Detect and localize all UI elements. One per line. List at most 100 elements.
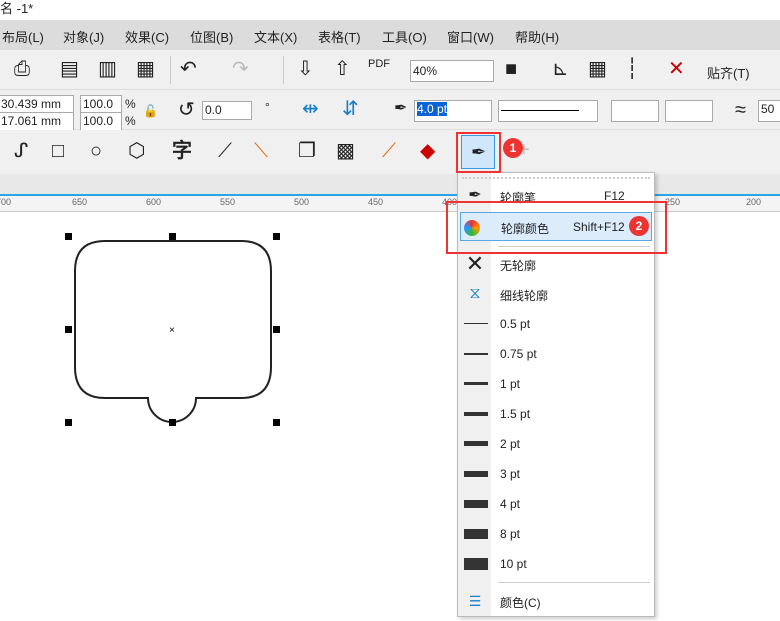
menu-item-width[interactable]: 0.5 pt [458,309,654,339]
selection-handle[interactable] [65,233,72,240]
full-screen-icon[interactable]: ■ [505,57,517,81]
mirror-vertical-icon[interactable]: ⇵ [342,97,359,121]
menu-item-width[interactable]: 3 pt [458,459,654,489]
menu-table[interactable]: 表格(T) [318,27,361,46]
copy-document-icon[interactable]: ▥ [98,57,117,81]
no-outline-icon: ✕ [465,251,485,276]
pdf-export-button[interactable]: PDF [368,58,390,70]
menu-layout[interactable]: 布局(L) [2,27,44,46]
menu-tools[interactable]: 工具(O) [382,27,427,46]
ruler-label: 650 [72,197,88,207]
menu-item-width[interactable]: 1 pt [458,369,654,399]
snap-to-dropdown[interactable]: 贴齐(T) [707,63,750,82]
selection-handle[interactable] [273,419,280,426]
menu-window[interactable]: 窗口(W) [447,27,494,46]
scale-y-field[interactable]: 100.0 [80,112,122,131]
selection-handle[interactable] [65,326,72,333]
ruler-label: 700 [0,197,12,207]
line-sample [464,441,488,446]
percent-label: % [125,114,136,128]
line-sample [464,471,488,477]
menu-item-label: 细线轮廓 [500,289,549,303]
line-sample [464,323,488,324]
selection-handle[interactable] [273,233,280,240]
menu-item-label: 颜色(C) [500,596,541,610]
object-height-field[interactable]: 17.061 mm [0,112,74,131]
snap-off-icon[interactable]: ✕ [668,57,685,81]
lock-ratio-icon[interactable]: 🔓 [143,104,158,118]
separator [170,56,171,84]
percent-label: % [125,97,136,111]
outline-width-combo[interactable]: 4.0 pt [414,100,492,122]
ruler-label: 200 [746,197,762,207]
menu-item-label: 0.75 pt [500,347,537,361]
ruler-label: 450 [368,197,384,207]
menu-item-width[interactable]: 8 pt [458,519,654,549]
ruler-label: 550 [220,197,236,207]
selection-handle[interactable] [273,326,280,333]
undo-icon[interactable]: ↶ [180,57,197,81]
print-icon[interactable]: ⎙ [14,57,30,81]
highlight-box-step1 [456,132,501,173]
menu-item-label: 4 pt [500,497,521,511]
menu-item-width[interactable]: 2 pt [458,429,654,459]
menu-item-width[interactable]: 1.5 pt [458,399,654,429]
separator [283,56,284,84]
start-arrow-combo[interactable] [611,100,659,122]
spiral-tool-icon[interactable]: ᔑ [14,139,28,163]
menu-bitmap[interactable]: 位图(B) [190,27,233,46]
menu-grip[interactable] [462,177,650,179]
menu-bar: 布局(L) 对象(J) 效果(C) 位图(B) 文本(X) 表格(T) 工具(O… [0,20,780,50]
menu-item-label: 1 pt [500,377,521,391]
menu-item-hairline[interactable]: ⧖ 细线轮廓 [458,279,654,309]
menu-object[interactable]: 对象(J) [63,27,104,46]
corner-field[interactable]: 50 [758,100,780,122]
connector-tool-icon[interactable]: ⟍ [254,139,268,163]
outline-pen-icon: ✒ [394,100,408,117]
corner-icon: ≈ [735,99,746,121]
menu-item-width[interactable]: 10 pt [458,549,654,579]
fill-tool-icon[interactable]: ◆ [420,139,435,163]
center-marker: × [169,325,175,336]
dimension-tool-icon[interactable]: ⟋ [218,139,232,163]
toolbar-strip [0,174,780,194]
transparency-tool-icon[interactable]: ▩ [336,139,355,163]
drawing-canvas[interactable]: × [0,212,460,621]
menu-effects[interactable]: 效果(C) [125,27,169,46]
rotate-icon: ↺ [178,99,195,121]
line-style-combo[interactable] [498,100,598,122]
export-icon[interactable]: ⇧ [334,57,351,81]
rectangle-tool-icon[interactable]: □ [52,139,64,163]
rotation-angle-field[interactable]: 0.0 [202,101,252,120]
end-arrow-combo[interactable] [665,100,713,122]
menu-text[interactable]: 文本(X) [254,27,297,46]
import-icon[interactable]: ⇩ [297,57,314,81]
menu-item-width[interactable]: 4 pt [458,489,654,519]
eyedropper-tool-icon[interactable]: ⟋ [382,139,396,163]
menu-item-label: 2 pt [500,437,521,451]
menu-item-label: 10 pt [500,557,527,571]
ellipse-tool-icon[interactable]: ○ [90,139,102,163]
guidelines-icon[interactable]: ┆ [626,57,638,81]
toolbox: ᔑ □ ○ ⬡ 字 ⟋ ⟍ ❐ ▩ ⟋ ◆ ✒ + [0,130,780,174]
zoom-level-combo[interactable]: 40% [410,60,494,82]
menu-help[interactable]: 帮助(H) [515,27,559,46]
grid-icon[interactable]: ▦ [588,57,607,81]
redo-icon[interactable]: ↷ [232,57,249,81]
line-sample [464,529,488,539]
menu-item-color[interactable]: ☰ 颜色(C) [458,586,654,616]
selection-handle[interactable] [65,419,72,426]
mirror-horizontal-icon[interactable]: ⇹ [302,97,319,121]
menu-item-width[interactable]: 0.75 pt [458,339,654,369]
rulers-icon[interactable]: ⊾ [552,57,569,81]
ruler-label: 500 [294,197,310,207]
paste-icon[interactable]: ▦ [136,57,155,81]
selection-handle[interactable] [169,233,176,240]
text-tool-icon[interactable]: 字 [172,139,192,163]
copy-icon[interactable]: ▤ [60,57,79,81]
drop-shadow-tool-icon[interactable]: ❐ [298,139,316,163]
step-badge-1: 1 [503,138,523,158]
polygon-tool-icon[interactable]: ⬡ [128,139,145,163]
selection-handle[interactable] [169,419,176,426]
menu-item-label: 0.5 pt [500,317,531,331]
